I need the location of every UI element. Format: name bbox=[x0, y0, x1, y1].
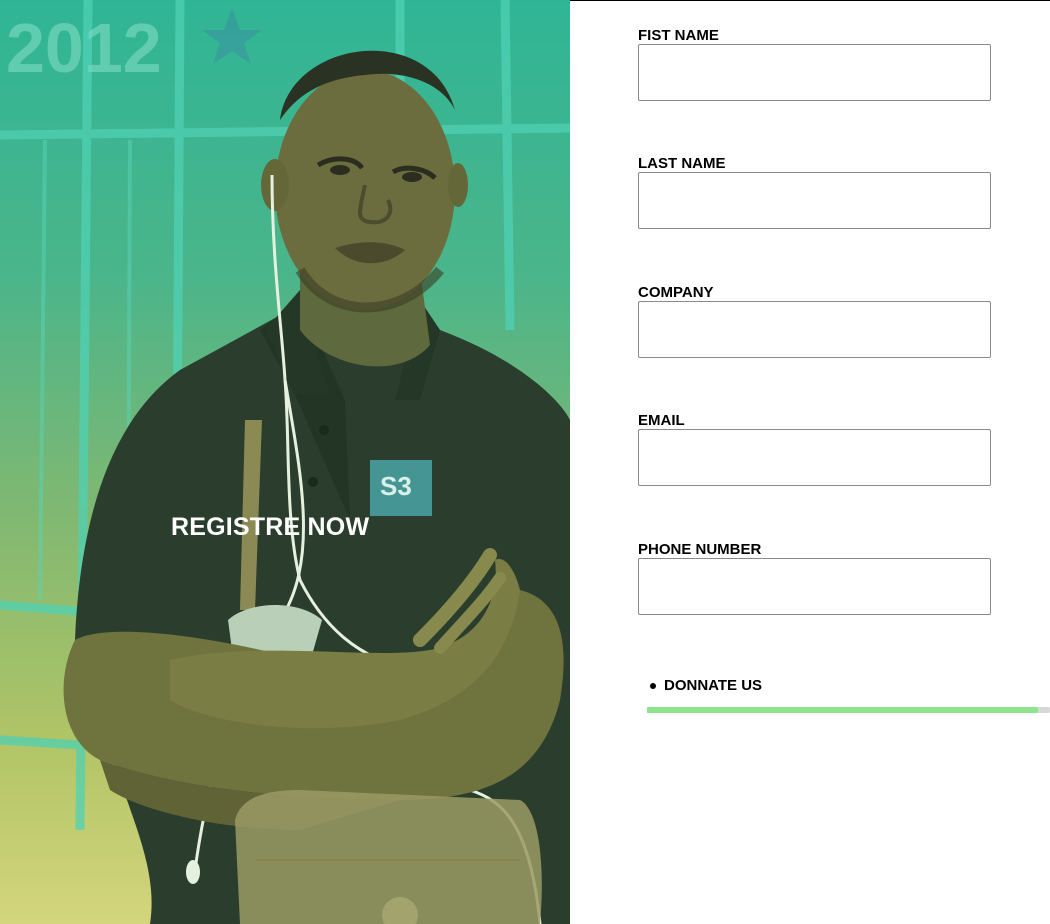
bullet-icon bbox=[650, 682, 656, 689]
registration-form: FIST NAME LAST NAME COMPANY EMAIL PHONE … bbox=[638, 0, 1050, 924]
last-name-field: LAST NAME bbox=[638, 156, 991, 229]
svg-text:S3: S3 bbox=[380, 471, 412, 501]
hero-photo: 2012 S3 bbox=[0, 0, 570, 924]
phone-number-field: PHONE NUMBER bbox=[638, 542, 991, 615]
star-shape bbox=[202, 8, 262, 64]
last-name-label: LAST NAME bbox=[638, 155, 726, 172]
hero-title: REGISTRE NOW bbox=[171, 513, 370, 541]
first-name-label: FIST NAME bbox=[638, 27, 719, 44]
last-name-input[interactable] bbox=[638, 172, 991, 229]
phone-number-label: PHONE NUMBER bbox=[638, 541, 762, 558]
wall-number: 2012 bbox=[6, 9, 162, 87]
donate-link[interactable]: DONNATE US bbox=[650, 677, 762, 694]
phone-number-input[interactable] bbox=[638, 558, 991, 615]
company-label: COMPANY bbox=[638, 284, 714, 301]
donate-progress-bar bbox=[647, 707, 1050, 713]
company-field: COMPANY bbox=[638, 285, 991, 358]
donate-label: DONNATE US bbox=[664, 677, 763, 694]
email-label: EMAIL bbox=[638, 412, 685, 429]
first-name-input[interactable] bbox=[638, 44, 991, 101]
first-name-field: FIST NAME bbox=[638, 28, 991, 101]
email-field: EMAIL bbox=[638, 413, 991, 486]
hero-panel: 2012 S3 REGISTRE NOW bbox=[0, 0, 570, 924]
email-input[interactable] bbox=[638, 429, 991, 486]
donate-progress-fill bbox=[647, 707, 1038, 713]
company-input[interactable] bbox=[638, 301, 991, 358]
